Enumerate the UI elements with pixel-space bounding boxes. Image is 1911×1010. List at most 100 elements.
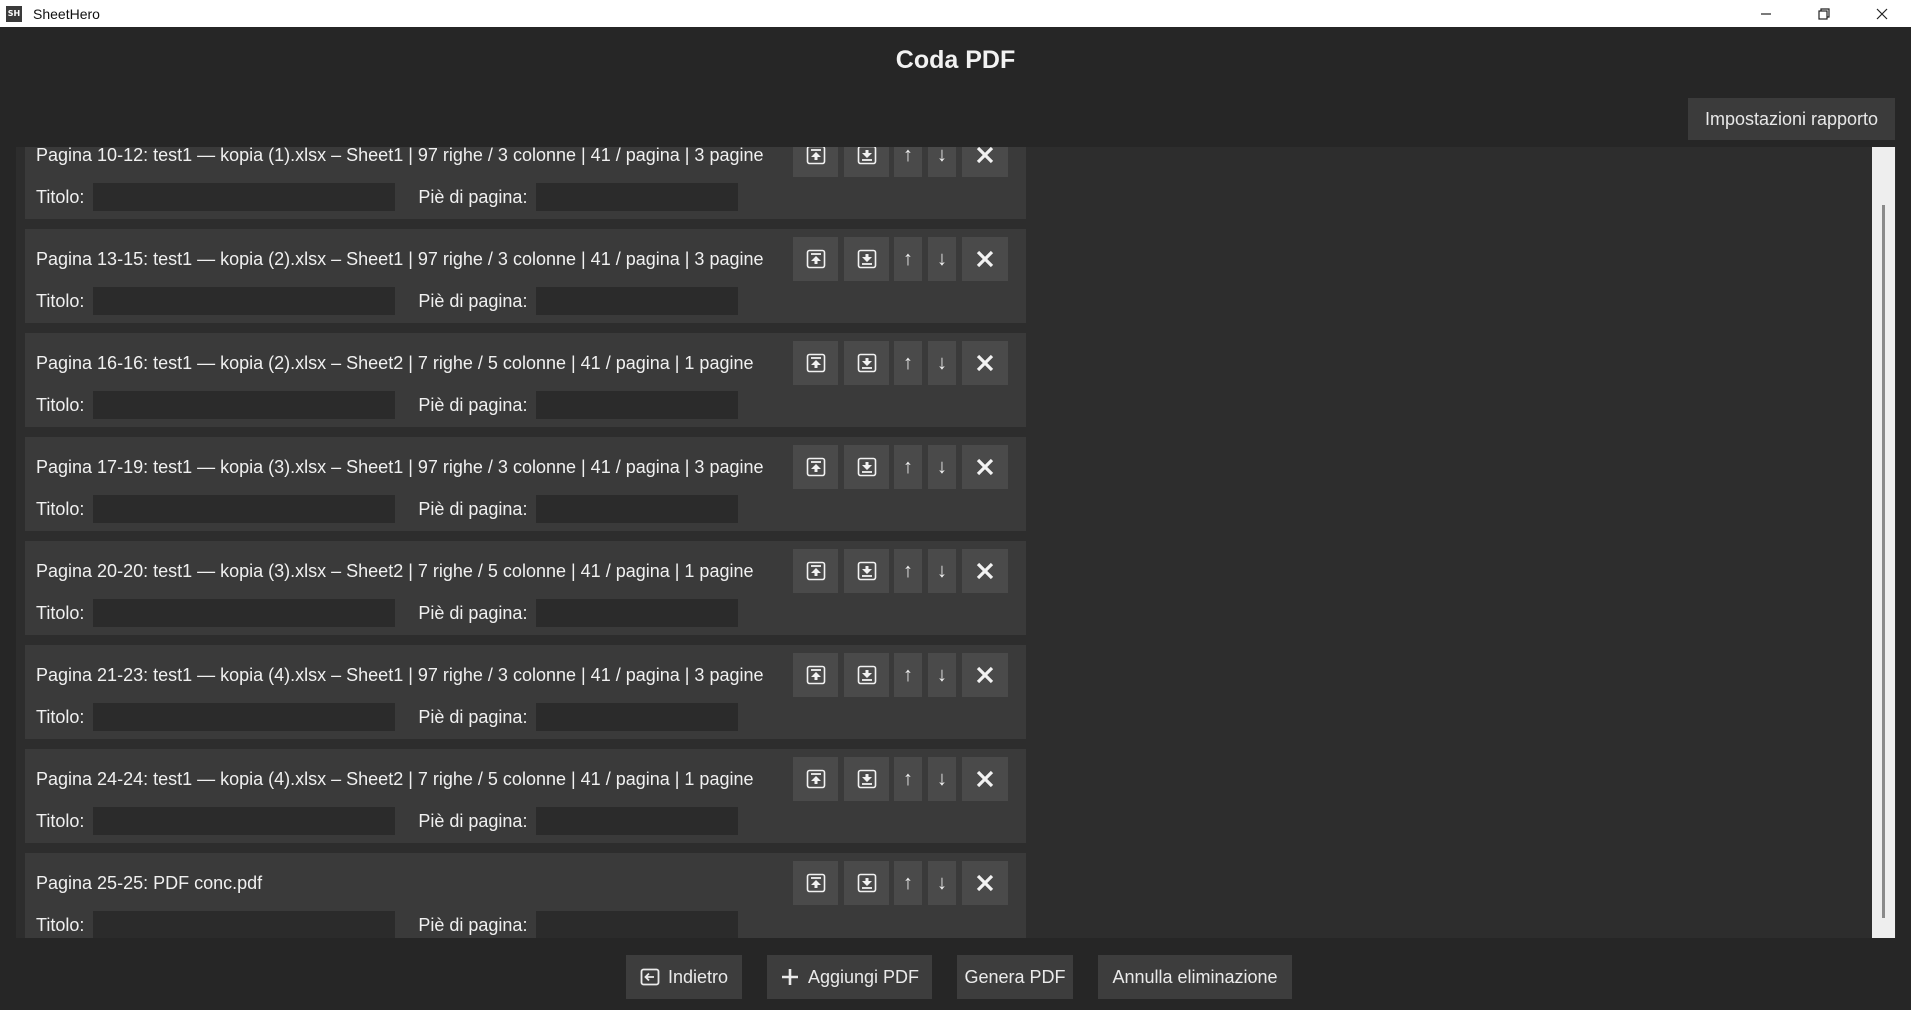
queue-item: Pagina 20-20: test1 — kopia (3).xlsx – S… [25,541,1026,635]
add-pdf-button[interactable]: Aggiungi PDF [767,955,932,999]
back-button-label: Indietro [667,966,729,987]
window-title: SheetHero [33,5,100,22]
undo-delete-button[interactable]: Annulla eliminazione [1098,955,1292,999]
move-down-button[interactable]: ↓ [928,861,956,905]
move-to-top-button[interactable] [793,341,838,385]
footer-input[interactable] [536,703,739,731]
move-to-top-button[interactable] [793,445,838,489]
move-down-button[interactable]: ↓ [928,445,956,489]
title-input[interactable] [93,911,396,938]
title-input[interactable] [93,183,396,211]
move-to-bottom-button[interactable] [844,341,889,385]
move-to-bottom-button[interactable] [844,549,889,593]
move-down-button[interactable]: ↓ [928,237,956,281]
move-down-button[interactable]: ↓ [928,147,956,177]
move-up-button[interactable]: ↑ [894,549,922,593]
title-input[interactable] [93,287,396,315]
move-to-bottom-button[interactable] [844,237,889,281]
maximize-button[interactable] [1795,0,1853,27]
close-icon [976,770,994,788]
footer-label: Piè di pagina: [418,602,528,623]
move-to-bottom-button[interactable] [844,147,889,177]
move-up-button[interactable]: ↑ [894,341,922,385]
move-down-button[interactable]: ↓ [928,757,956,801]
remove-item-button[interactable] [962,237,1008,281]
report-settings-button[interactable]: Impostazioni rapporto [1688,98,1895,140]
queue-item: Pagina 24-24: test1 — kopia (4).xlsx – S… [25,749,1026,843]
move-to-bottom-icon [857,873,876,893]
queue-item-fields: Titolo: Piè di pagina: [36,494,739,524]
title-label: Titolo: [36,810,85,831]
move-down-button[interactable]: ↓ [928,341,956,385]
add-pdf-button-label: Aggiungi PDF [807,966,920,987]
title-label: Titolo: [36,498,85,519]
back-arrow-icon [640,967,660,987]
minimize-button[interactable] [1737,0,1795,27]
close-icon [1876,8,1888,19]
move-to-top-button[interactable] [793,549,838,593]
move-up-button[interactable]: ↑ [894,861,922,905]
close-icon [976,666,994,684]
queue-item-fields: Titolo: Piè di pagina: [36,702,739,732]
move-to-top-button[interactable] [793,861,838,905]
back-button[interactable]: Indietro [626,955,742,999]
footer-input[interactable] [536,183,739,211]
title-label: Titolo: [36,706,85,727]
remove-item-button[interactable] [962,341,1008,385]
queue-item: Pagina 21-23: test1 — kopia (4).xlsx – S… [25,645,1026,739]
footer-input[interactable] [536,911,739,938]
move-to-top-icon [806,561,825,581]
window-controls [1737,0,1911,27]
title-input[interactable] [93,807,396,835]
move-to-top-button[interactable] [793,757,838,801]
remove-item-button[interactable] [962,757,1008,801]
move-to-top-button[interactable] [793,147,838,177]
queue-item-label: Pagina 16-16: test1 — kopia (2).xlsx – S… [36,353,754,373]
title-input[interactable] [93,391,396,419]
footer-label: Piè di pagina: [418,914,528,935]
move-down-button[interactable]: ↓ [928,653,956,697]
remove-item-button[interactable] [962,445,1008,489]
move-up-button[interactable]: ↑ [894,653,922,697]
remove-item-button[interactable] [962,653,1008,697]
footer-label: Piè di pagina: [418,394,528,415]
title-input[interactable] [93,703,396,731]
move-to-bottom-button[interactable] [844,445,889,489]
move-up-button[interactable]: ↑ [894,237,922,281]
move-to-bottom-button[interactable] [844,861,889,905]
vertical-scrollbar[interactable] [1872,147,1895,938]
pdf-queue-scroll-area[interactable]: Pagina 10-12: test1 — kopia (1).xlsx – S… [16,147,1896,938]
footer-input[interactable] [536,287,739,315]
move-to-top-icon [806,769,825,789]
remove-item-button[interactable] [962,549,1008,593]
queue-item-fields: Titolo: Piè di pagina: [36,390,739,420]
scrollbar-thumb[interactable] [1882,205,1885,918]
move-to-bottom-button[interactable] [844,757,889,801]
move-up-button[interactable]: ↑ [894,445,922,489]
footer-input[interactable] [536,391,739,419]
window-title-bar: SH SheetHero [0,0,1911,27]
pdf-queue-list: Pagina 10-12: test1 — kopia (1).xlsx – S… [25,147,1026,938]
title-input[interactable] [93,599,396,627]
queue-item: Pagina 13-15: test1 — kopia (2).xlsx – S… [25,229,1026,323]
footer-input[interactable] [536,807,739,835]
move-to-bottom-button[interactable] [844,653,889,697]
move-up-button[interactable]: ↑ [894,757,922,801]
footer-input[interactable] [536,599,739,627]
move-up-button[interactable]: ↑ [894,147,922,177]
move-to-top-button[interactable] [793,237,838,281]
app-logo-icon: SH [6,5,22,22]
title-input[interactable] [93,495,396,523]
close-window-button[interactable] [1853,0,1911,27]
move-to-top-icon [806,457,825,477]
queue-item-fields: Titolo: Piè di pagina: [36,806,739,836]
queue-item-label: Pagina 10-12: test1 — kopia (1).xlsx – S… [36,147,764,165]
move-to-bottom-icon [857,561,876,581]
footer-input[interactable] [536,495,739,523]
move-to-bottom-icon [857,147,876,165]
remove-item-button[interactable] [962,147,1008,177]
generate-pdf-button[interactable]: Genera PDF [957,955,1073,999]
remove-item-button[interactable] [962,861,1008,905]
move-down-button[interactable]: ↓ [928,549,956,593]
move-to-top-button[interactable] [793,653,838,697]
